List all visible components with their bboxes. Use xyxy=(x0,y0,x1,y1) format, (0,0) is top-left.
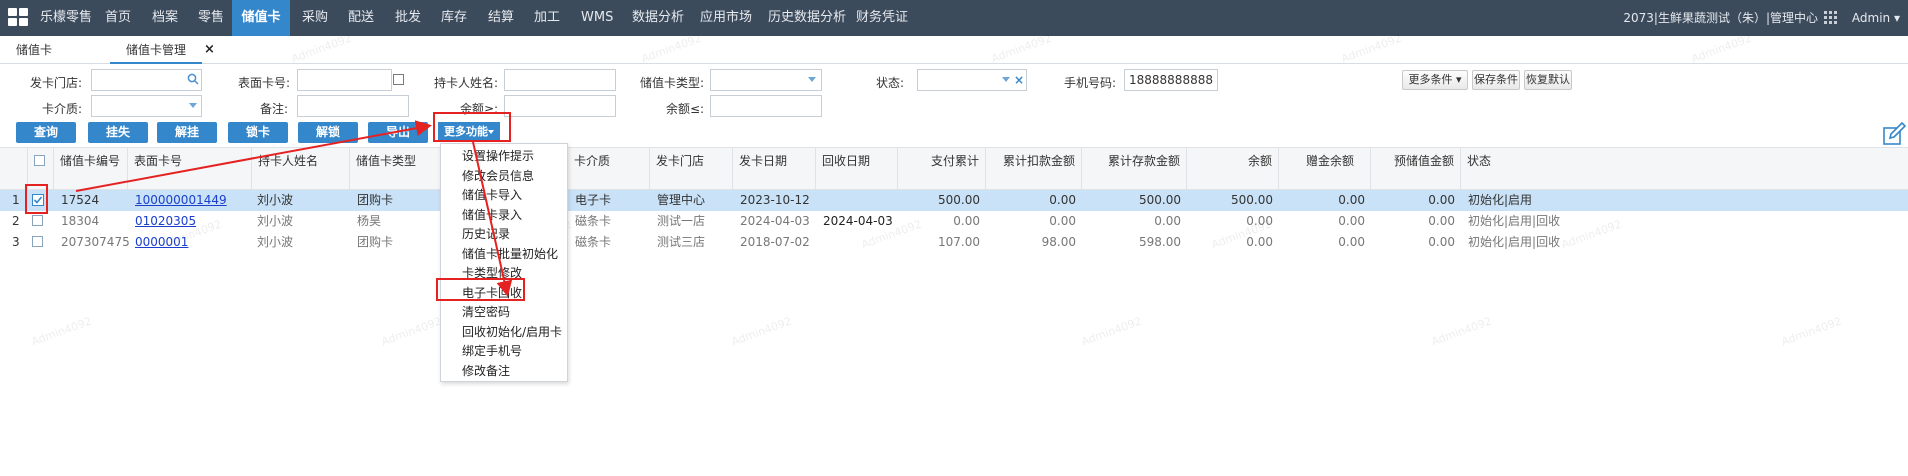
annotation-arrows xyxy=(75,120,513,297)
